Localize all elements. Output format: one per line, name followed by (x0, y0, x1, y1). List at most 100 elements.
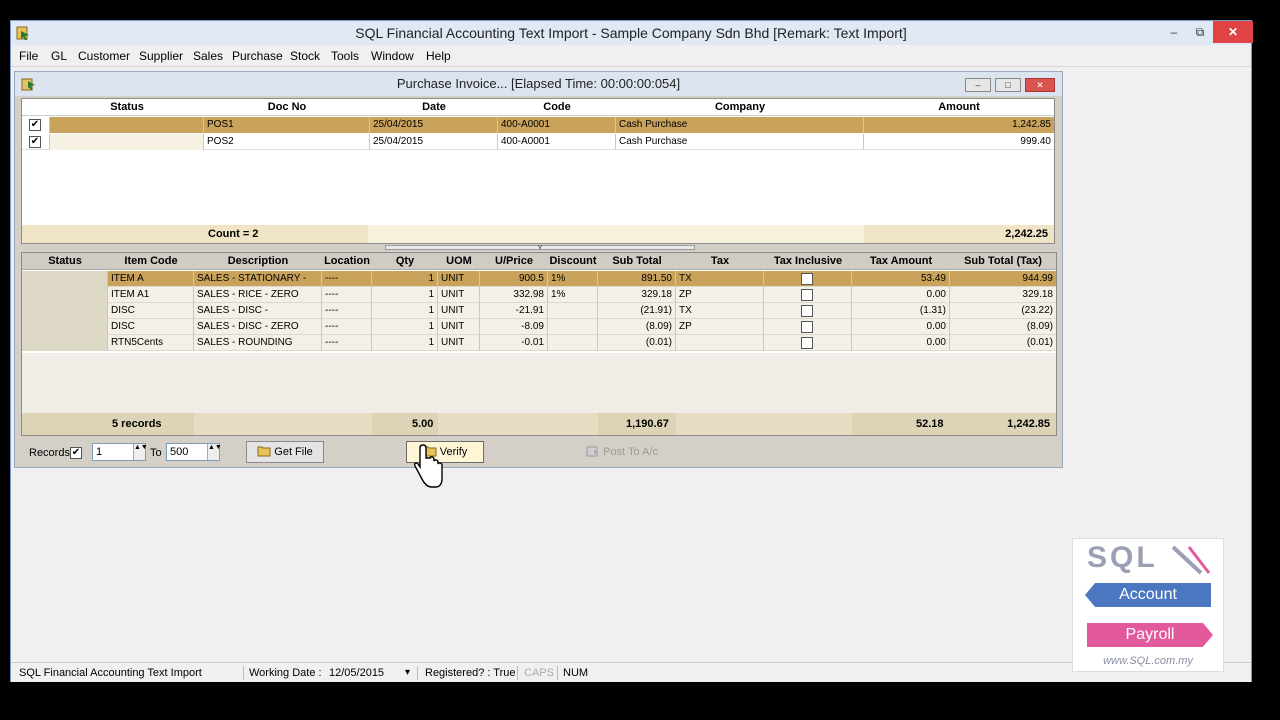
detail-grid: Status Item Code Description Location Qt… (21, 252, 1057, 436)
menu-gl[interactable]: GL (51, 49, 67, 63)
amount-total: 2,242.25 (1005, 228, 1048, 240)
menu-sales[interactable]: Sales (193, 49, 223, 63)
post-to-ac-button[interactable]: Post To A/c (581, 441, 663, 463)
tax-inclusive-cell (764, 303, 852, 319)
tax-inclusive-checkbox[interactable] (801, 321, 813, 333)
table-row[interactable]: ITEM A SALES - STATIONARY - ---- 1 UNIT … (22, 271, 1056, 287)
spinner-icon[interactable]: ▲▼ (133, 444, 148, 460)
status-cell (50, 117, 204, 133)
child-maximize-button[interactable]: □ (995, 78, 1021, 92)
menu-stock[interactable]: Stock (290, 49, 320, 63)
child-close-button[interactable]: ✕ (1025, 78, 1055, 92)
col-amount[interactable]: Amount (864, 99, 1054, 116)
sub-total-tax-cell: (8.09) (1026, 321, 1053, 332)
tax-inclusive-checkbox[interactable] (801, 273, 813, 285)
col-date[interactable]: Date (370, 99, 498, 116)
logo-url-text: www.SQL.com.my (1103, 655, 1193, 667)
col-sub-total-tax[interactable]: Sub Total (Tax) (950, 253, 1056, 270)
tax-inclusive-checkbox[interactable] (801, 337, 813, 349)
title-bar: SQL Financial Accounting Text Import - S… (11, 21, 1253, 45)
table-row[interactable]: ITEM A1 SALES - RICE - ZERO ---- 1 UNIT … (22, 287, 1056, 303)
company-cell: Cash Purchase (616, 134, 864, 150)
col-location[interactable]: Location (322, 253, 372, 270)
status-cell (50, 134, 204, 150)
row-check-cell: ✔ (22, 134, 50, 150)
col-description[interactable]: Description (194, 253, 322, 270)
records-from-input[interactable]: 1 ▲▼ (92, 443, 148, 461)
col-sub-total[interactable]: Sub Total (598, 253, 676, 270)
spinner-icon[interactable]: ▲▼ (207, 444, 222, 460)
chevron-down-icon[interactable]: ▾ (405, 663, 410, 683)
records-checkbox[interactable]: ✔ (70, 447, 82, 459)
to-label: To (150, 447, 162, 459)
col-uom[interactable]: UOM (438, 253, 480, 270)
col-qty[interactable]: Qty (372, 253, 438, 270)
qty-total: 5.00 (412, 418, 434, 430)
uprice-cell: -8.09 (480, 319, 548, 335)
table-row[interactable]: DISC SALES - DISC - ---- 1 UNIT -21.91 (… (22, 303, 1056, 319)
col-status[interactable]: Status (22, 253, 108, 270)
tax-inclusive-cell (764, 271, 852, 287)
doc-no-cell: POS1 (204, 117, 370, 133)
records-summary: 5 records (112, 418, 162, 430)
location-cell: ---- (322, 335, 372, 351)
status-separator (557, 666, 558, 680)
row-checkbox[interactable]: ✔ (29, 119, 41, 131)
tax-amount-cell: (1.31) (852, 303, 950, 319)
col-code[interactable]: Code (498, 99, 616, 116)
menu-file[interactable]: File (19, 49, 38, 63)
document-grid: Status Doc No Date Code Company Amount ✔… (21, 98, 1055, 244)
status-app-name: SQL Financial Accounting Text Import (19, 667, 202, 679)
tax-inclusive-checkbox[interactable] (801, 289, 813, 301)
table-row[interactable]: RTN5Cents SALES - ROUNDING ---- 1 UNIT -… (22, 335, 1056, 351)
get-file-button[interactable]: Get File (246, 441, 324, 463)
close-button[interactable]: ✕ (1213, 21, 1253, 43)
uom-cell: UNIT (438, 335, 480, 351)
qty-cell: 1 (372, 271, 438, 287)
working-date-value[interactable]: 12/05/2015 (329, 663, 384, 683)
qty-cell: 1 (372, 335, 438, 351)
col-status[interactable]: Status (50, 99, 204, 116)
detail-grid-empty-area (22, 353, 1056, 413)
col-tax[interactable]: Tax (676, 253, 764, 270)
menu-window[interactable]: Window (371, 49, 414, 63)
folder-icon (257, 446, 271, 457)
sql-logo: SQL Account Payroll www.SQL.com.my (1072, 538, 1224, 672)
col-doc-no[interactable]: Doc No (204, 99, 370, 116)
sub-total-tax-cell: (0.01) (1026, 337, 1053, 348)
bottom-toolbar: Records ✔ 1 ▲▼ To 500 ▲▼ Get File Verify… (15, 439, 1062, 467)
menu-bar: File GL Customer Supplier Sales Purchase… (11, 45, 1251, 67)
table-row[interactable]: DISC SALES - DISC - ZERO ---- 1 UNIT -8.… (22, 319, 1056, 335)
col-tax-inclusive[interactable]: Tax Inclusive (764, 253, 852, 270)
tax-inclusive-checkbox[interactable] (801, 305, 813, 317)
status-bar: SQL Financial Accounting Text Import Wor… (11, 662, 1251, 682)
table-row[interactable]: ✔ POS1 25/04/2015 400-A0001 Cash Purchas… (22, 117, 1054, 133)
restore-button[interactable]: ⧉ (1187, 21, 1213, 43)
description-cell: SALES - RICE - ZERO (194, 287, 322, 303)
window-title: SQL Financial Accounting Text Import - S… (355, 25, 907, 41)
tax-inclusive-cell (764, 335, 852, 351)
col-tax-amount[interactable]: Tax Amount (852, 253, 950, 270)
records-to-input[interactable]: 500 ▲▼ (166, 443, 222, 461)
post-label: Post To A/c (603, 446, 658, 458)
col-discount[interactable]: Discount (548, 253, 598, 270)
menu-purchase[interactable]: Purchase (232, 49, 283, 63)
sub-total-tax-cell: 944.99 (1022, 273, 1053, 284)
child-minimize-button[interactable]: – (965, 78, 991, 92)
menu-help[interactable]: Help (426, 49, 451, 63)
menu-tools[interactable]: Tools (331, 49, 359, 63)
menu-supplier[interactable]: Supplier (139, 49, 183, 63)
tax-inclusive-cell (764, 319, 852, 335)
col-item-code[interactable]: Item Code (108, 253, 194, 270)
tax-cell: ZP (676, 287, 764, 303)
sub-total-tax-total: 1,242.85 (1007, 418, 1050, 430)
table-row[interactable]: ✔ POS2 25/04/2015 400-A0001 Cash Purchas… (22, 134, 1054, 150)
splitter-handle[interactable]: ˅ (385, 244, 695, 252)
minimize-button[interactable]: – (1161, 21, 1187, 43)
sub-total-cell: 891.50 (598, 271, 676, 287)
col-uprice[interactable]: U/Price (480, 253, 548, 270)
col-company[interactable]: Company (616, 99, 864, 116)
row-checkbox[interactable]: ✔ (29, 136, 41, 148)
menu-customer[interactable]: Customer (78, 49, 130, 63)
location-cell: ---- (322, 287, 372, 303)
